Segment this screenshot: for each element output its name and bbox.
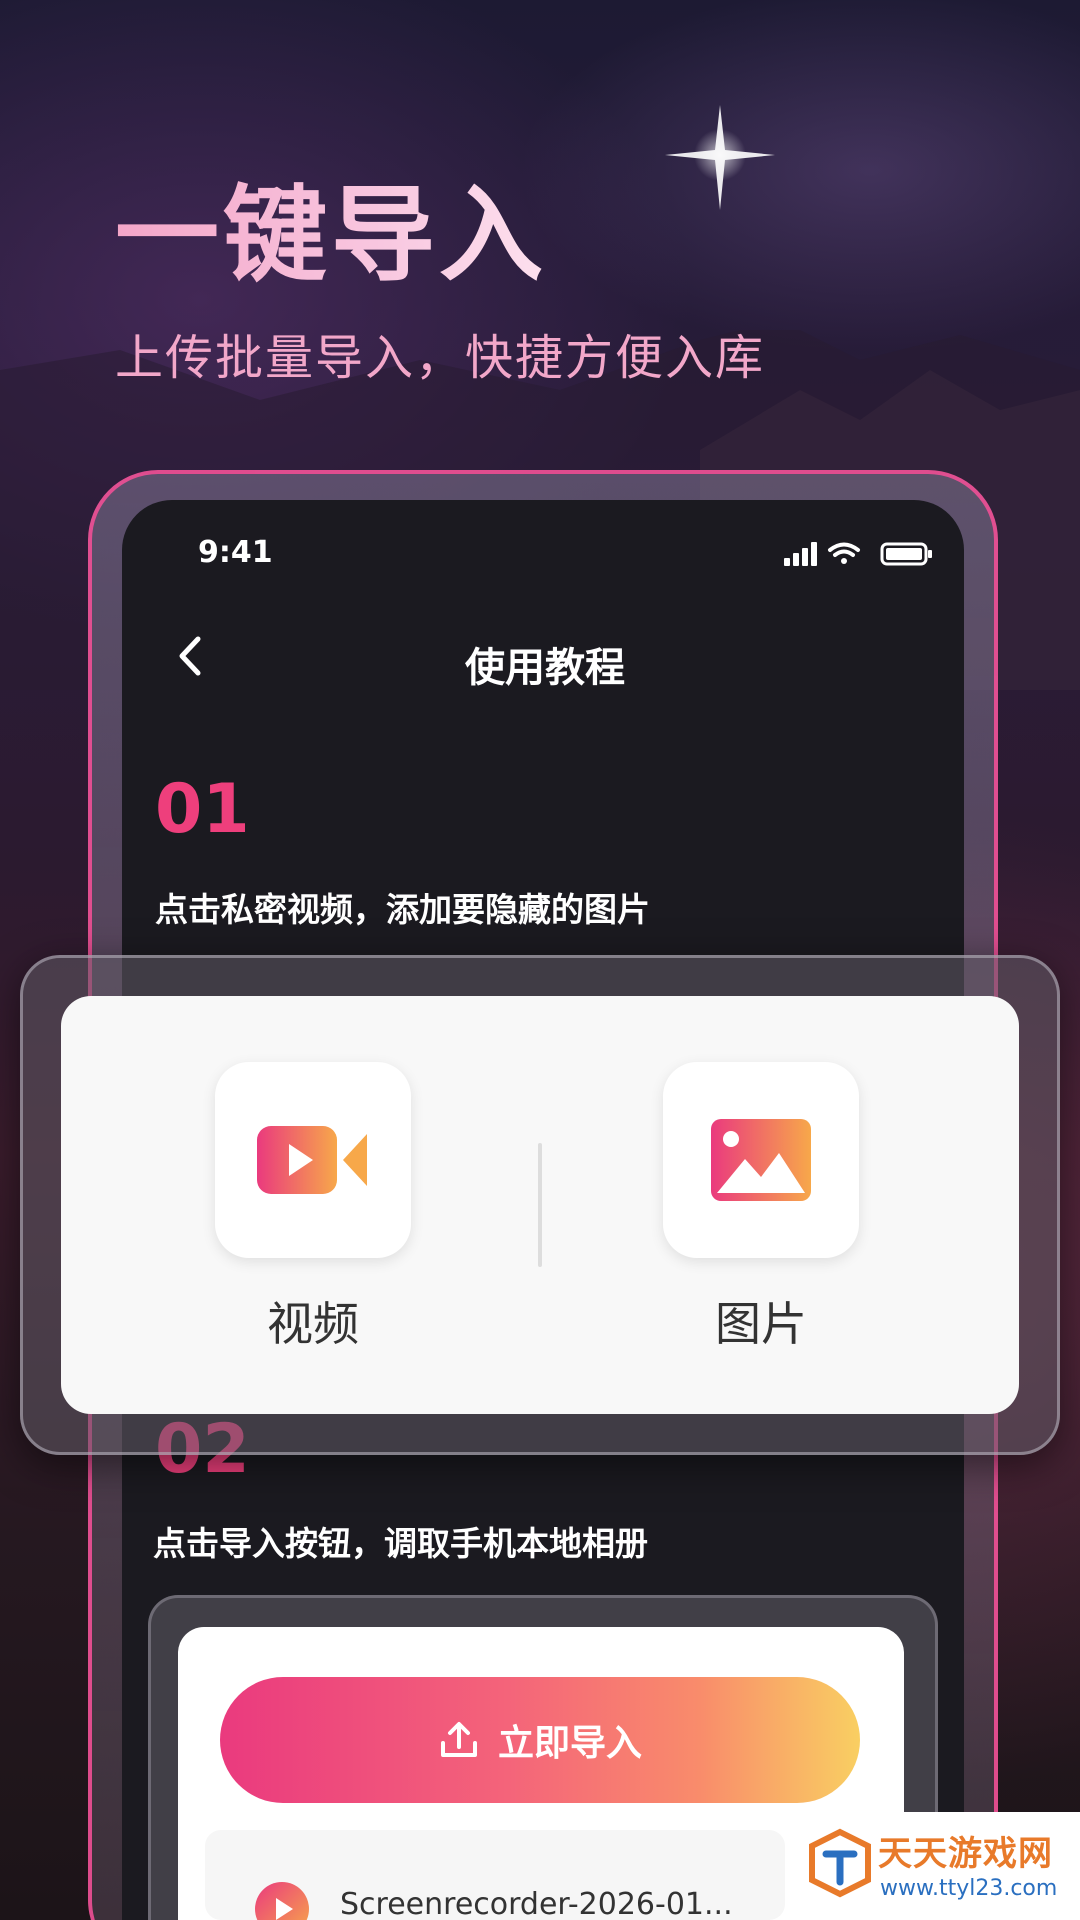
watermark-logo-icon xyxy=(809,1828,871,1898)
subheadline: 上传批量导入，快捷方便入库 xyxy=(115,330,766,386)
status-time: 9:41 xyxy=(198,535,273,570)
video-option-button[interactable] xyxy=(215,1062,411,1258)
image-option-button[interactable] xyxy=(663,1062,859,1258)
file-name: Screenrecorder-2026-01... xyxy=(340,1887,733,1920)
wifi-icon xyxy=(828,542,860,564)
video-camera-icon xyxy=(257,1126,367,1194)
step-instruction: 点击私密视频，添加要隐藏的图片 xyxy=(155,890,650,929)
step-number: 01 xyxy=(155,770,250,849)
back-chevron-icon[interactable] xyxy=(170,633,210,679)
import-now-label: 立即导入 xyxy=(497,1723,642,1764)
headline: 一键导入 xyxy=(115,150,547,301)
sparkle-star-icon xyxy=(665,105,775,210)
battery-icon xyxy=(880,542,932,566)
import-now-button[interactable]: 立即导入 xyxy=(220,1677,860,1803)
image-icon xyxy=(711,1119,811,1201)
step-instruction: 点击导入按钮，调取手机本地相册 xyxy=(153,1524,648,1563)
page-title: 使用教程 xyxy=(465,645,625,691)
watermark-url: www.ttyl23.com xyxy=(880,1876,1058,1901)
option-divider xyxy=(538,1143,542,1267)
image-option-label[interactable]: 图片 xyxy=(663,1288,859,1354)
status-icons xyxy=(784,542,932,566)
watermark-title: 天天游戏网 xyxy=(878,1834,1053,1874)
play-icon xyxy=(255,1882,309,1920)
upload-icon xyxy=(440,1722,477,1757)
signal-icon xyxy=(784,542,817,566)
video-option-label[interactable]: 视频 xyxy=(215,1288,411,1354)
